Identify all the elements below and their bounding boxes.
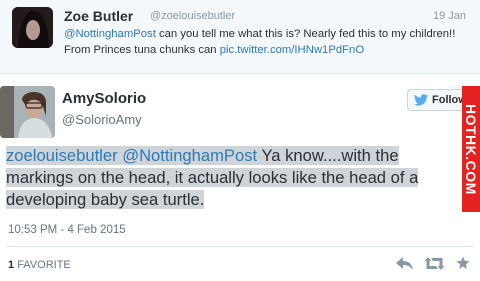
- tweet-text: zoelouisebutler @NottinghamPost Ya know.…: [6, 145, 464, 211]
- bird-icon: [414, 94, 428, 106]
- avatar[interactable]: [12, 7, 53, 48]
- star-icon[interactable]: [456, 256, 470, 270]
- pic-link[interactable]: pic.twitter.com/IHNw1PdFnO: [220, 44, 364, 56]
- tweet-timestamp[interactable]: 10:53 PM - 4 Feb 2015: [8, 224, 126, 236]
- retweet-icon[interactable]: [425, 256, 444, 270]
- user-name[interactable]: Zoe Butler: [64, 8, 133, 24]
- avatar[interactable]: [0, 86, 55, 138]
- watermark: HOTHK.COM: [462, 86, 480, 212]
- mention-links[interactable]: zoelouisebutler @NottinghamPost: [6, 146, 258, 165]
- user-handle[interactable]: @SolorioAmy: [62, 112, 142, 127]
- reply-icon[interactable]: [396, 256, 413, 270]
- tweet-date[interactable]: 19 Jan: [433, 10, 466, 22]
- divider: [6, 246, 474, 247]
- favorites-count: 1: [8, 259, 15, 271]
- mention-link[interactable]: @NottinghamPost: [64, 28, 156, 40]
- favorites-stat[interactable]: 1 FAVORITE: [8, 259, 71, 271]
- user-handle[interactable]: @zoelouisebutler: [150, 10, 235, 22]
- tweet-text: @NottinghamPost can you tell me what thi…: [64, 26, 468, 58]
- top-tweet: Zoe Butler @zoelouisebutler 19 Jan @Nott…: [0, 0, 480, 74]
- user-name[interactable]: AmySolorio: [62, 90, 146, 107]
- follow-button[interactable]: Follow: [407, 89, 469, 111]
- tweet-actions: [396, 256, 470, 270]
- favorites-label: FAVORITE: [17, 259, 71, 271]
